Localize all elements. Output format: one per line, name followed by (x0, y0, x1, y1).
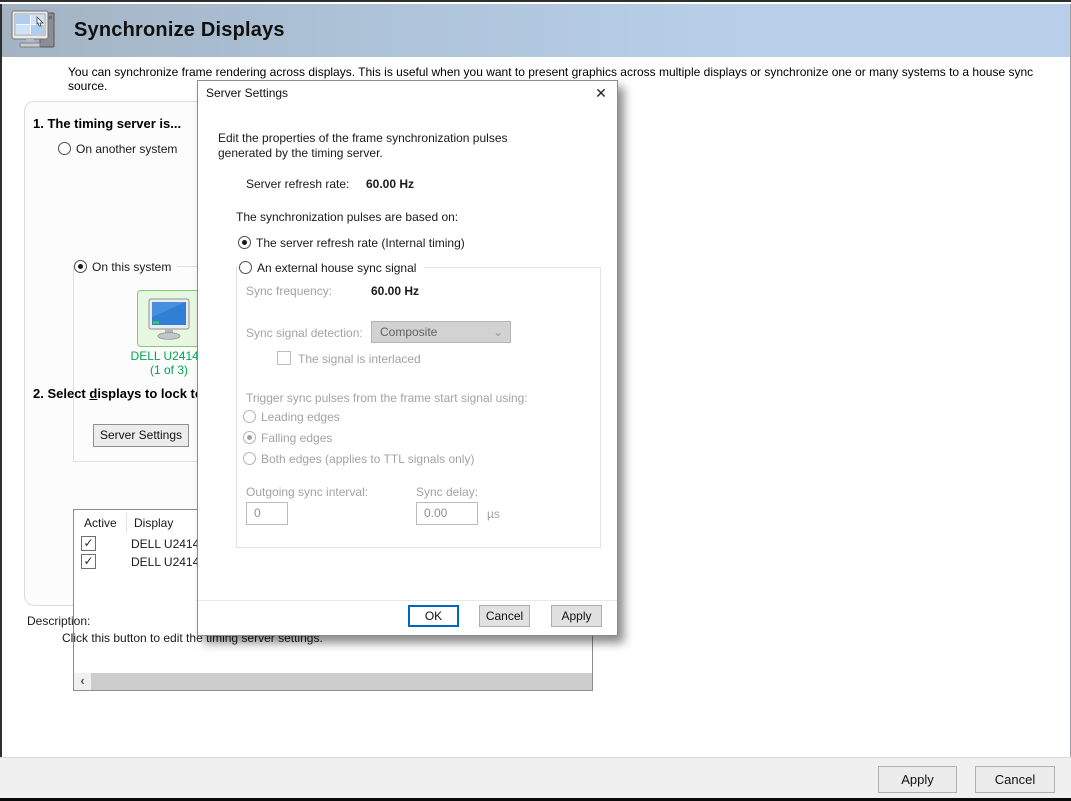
active-checkbox[interactable]: ✓ (81, 554, 96, 569)
sync-delay-input[interactable]: 0.00 (416, 502, 478, 525)
synchronize-displays-icon (10, 9, 62, 53)
cancel-button[interactable]: Cancel (975, 766, 1055, 793)
ok-button[interactable]: OK (408, 605, 459, 627)
section2-heading: 2. Select displays to lock to (33, 386, 203, 401)
dialog-title: Server Settings (206, 86, 288, 100)
page-title: Synchronize Displays (74, 19, 285, 42)
radio-icon (243, 452, 256, 465)
radio-icon (243, 410, 256, 423)
server-refresh-rate-value: 60.00 Hz (366, 177, 414, 191)
dialog-intro-text: Edit the properties of the frame synchro… (218, 131, 563, 161)
pulses-based-on-label: The synchronization pulses are based on: (236, 210, 458, 224)
active-checkbox[interactable]: ✓ (81, 536, 96, 551)
server-settings-button[interactable]: Server Settings (93, 424, 189, 447)
sync-frequency-value: 60.00 Hz (371, 284, 419, 298)
radio-on-this-system[interactable]: On this system (74, 259, 177, 274)
radio-falling-edges[interactable]: Falling edges (243, 430, 332, 445)
scroll-left-button[interactable]: ‹ (74, 673, 91, 690)
radio-internal-timing[interactable]: The server refresh rate (Internal timing… (238, 235, 465, 250)
radio-both-edges-label: Both edges (applies to TTL signals only) (261, 452, 474, 466)
radio-leading-edges[interactable]: Leading edges (243, 409, 340, 424)
page-header: Synchronize Displays (2, 4, 1070, 57)
interlaced-checkbox[interactable] (277, 351, 291, 365)
selected-option: Composite (380, 325, 437, 339)
apply-button[interactable]: Apply (878, 766, 957, 793)
radio-icon (58, 142, 71, 155)
radio-selected-icon (74, 260, 87, 273)
radio-internal-timing-label: The server refresh rate (Internal timing… (256, 236, 465, 250)
description-label: Description: (27, 614, 90, 628)
radio-external-house-sync[interactable]: An external house sync signal (239, 260, 424, 275)
radio-falling-edges-label: Falling edges (261, 431, 332, 445)
radio-on-another-system[interactable]: On another system (58, 141, 177, 156)
column-separator (126, 513, 127, 533)
outgoing-sync-interval-label: Outgoing sync interval: (246, 485, 368, 499)
column-header-active: Active (84, 516, 117, 530)
radio-on-another-system-label: On another system (76, 142, 177, 156)
radio-external-house-sync-label: An external house sync signal (257, 261, 416, 275)
horizontal-scrollbar[interactable]: ‹ (74, 673, 592, 690)
dialog-cancel-button[interactable]: Cancel (479, 605, 530, 627)
server-refresh-rate-label: Server refresh rate: (246, 177, 349, 191)
footer-bar: Apply Cancel (0, 757, 1071, 798)
interlaced-label: The signal is interlaced (298, 352, 421, 366)
section1-heading: 1. The timing server is... (33, 116, 181, 131)
sync-signal-detection-select[interactable]: Composite ⌄ (371, 321, 511, 343)
radio-both-edges[interactable]: Both edges (applies to TTL signals only) (243, 451, 474, 466)
chevron-down-icon: ⌄ (493, 322, 503, 342)
dialog-separator (198, 600, 617, 601)
monitor-icon (145, 297, 193, 341)
synchronize-displays-page: Synchronize Displays You can synchronize… (0, 0, 1071, 801)
radio-selected-icon (238, 236, 251, 249)
sync-delay-unit: µs (487, 507, 500, 521)
radio-on-this-system-label: On this system (92, 260, 171, 274)
radio-leading-edges-label: Leading edges (261, 410, 340, 424)
radio-selected-icon (243, 431, 256, 444)
close-icon[interactable]: ✕ (591, 83, 611, 103)
selected-display-tile[interactable] (137, 290, 201, 347)
radio-icon (239, 261, 252, 274)
server-settings-dialog: Server Settings ✕ Edit the properties of… (197, 80, 618, 636)
dialog-apply-button[interactable]: Apply (551, 605, 602, 627)
column-header-display: Display (134, 516, 173, 530)
sync-signal-detection-label: Sync signal detection: (246, 326, 363, 340)
sync-delay-label: Sync delay: (416, 485, 478, 499)
sync-frequency-label: Sync frequency: (246, 284, 332, 298)
trigger-label: Trigger sync pulses from the frame start… (246, 391, 528, 405)
outgoing-sync-interval-input[interactable]: 0 (246, 502, 288, 525)
scrollbar-thumb[interactable] (91, 673, 592, 690)
